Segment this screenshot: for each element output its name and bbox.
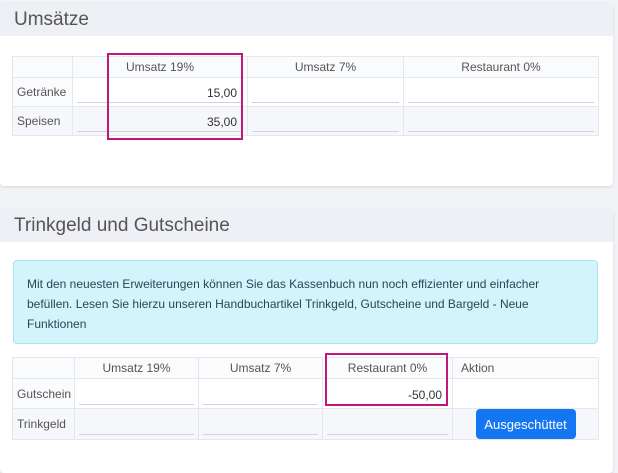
trinkgeld-umsatz-7-input[interactable] [203,413,318,435]
getraenke-umsatz-19-input[interactable]: 15,00 [77,81,243,103]
row-label-speisen: Speisen [12,106,73,136]
getraenke-umsatz-7-input[interactable] [252,81,399,103]
trinkgeld-card: Trinkgeld und Gutscheine Mit den neueste… [0,210,613,473]
column-header-restaurant-0: Restaurant 0% [322,357,453,379]
column-header [12,56,73,78]
umsaetze-table: Umsatz 19% Umsatz 7% Restaurant 0% Geträ… [12,56,599,136]
column-header-umsatz-19: Umsatz 19% [74,357,199,379]
gutschein-aktion-cell [452,378,599,409]
trinkgeld-table: Umsatz 19% Umsatz 7% Restaurant 0% Aktio… [12,357,599,440]
table-row: Gutschein -50,00 [12,378,599,409]
speisen-umsatz-19-input[interactable]: 35,00 [77,110,243,132]
gutschein-umsatz-19-input[interactable] [79,383,194,405]
column-header-umsatz-19: Umsatz 19% [72,56,248,78]
column-header-umsatz-7: Umsatz 7% [247,56,404,78]
table-row: Speisen 35,00 [12,106,599,136]
umsaetze-card: Umsätze Umsatz 19% Umsatz 7% Restaurant … [0,3,613,186]
row-label-trinkgeld: Trinkgeld [12,408,75,440]
trinkgeld-aktion-cell: Ausgeschüttet [452,408,599,440]
table-row: Trinkgeld Ausgeschüttet [12,408,599,440]
column-header-restaurant-0: Restaurant 0% [403,56,599,78]
speisen-umsatz-7-input[interactable] [252,110,399,132]
column-header-aktion: Aktion [452,357,599,379]
umsaetze-title: Umsätze [0,3,613,36]
info-alert: Mit den neuesten Erweiterungen können Si… [13,260,598,344]
ausgeschuettet-button[interactable]: Ausgeschüttet [475,409,576,439]
table-header-row: Umsatz 19% Umsatz 7% Restaurant 0% Aktio… [12,357,599,379]
getraenke-restaurant-0-input[interactable] [408,81,594,103]
trinkgeld-umsatz-19-input[interactable] [79,413,194,435]
speisen-restaurant-0-input[interactable] [408,110,594,132]
column-header-umsatz-7: Umsatz 7% [198,357,323,379]
table-header-row: Umsatz 19% Umsatz 7% Restaurant 0% [12,56,599,78]
trinkgeld-title: Trinkgeld und Gutscheine [0,210,613,242]
column-header [12,357,75,379]
gutschein-umsatz-7-input[interactable] [203,383,318,405]
row-label-gutschein: Gutschein [12,378,75,409]
table-row: Getränke 15,00 [12,77,599,107]
gutschein-restaurant-0-input[interactable]: -50,00 [327,383,448,405]
trinkgeld-restaurant-0-input[interactable] [327,413,448,435]
row-label-getraenke: Getränke [12,77,73,107]
info-text: Mit den neuesten Erweiterungen können Si… [27,277,540,331]
